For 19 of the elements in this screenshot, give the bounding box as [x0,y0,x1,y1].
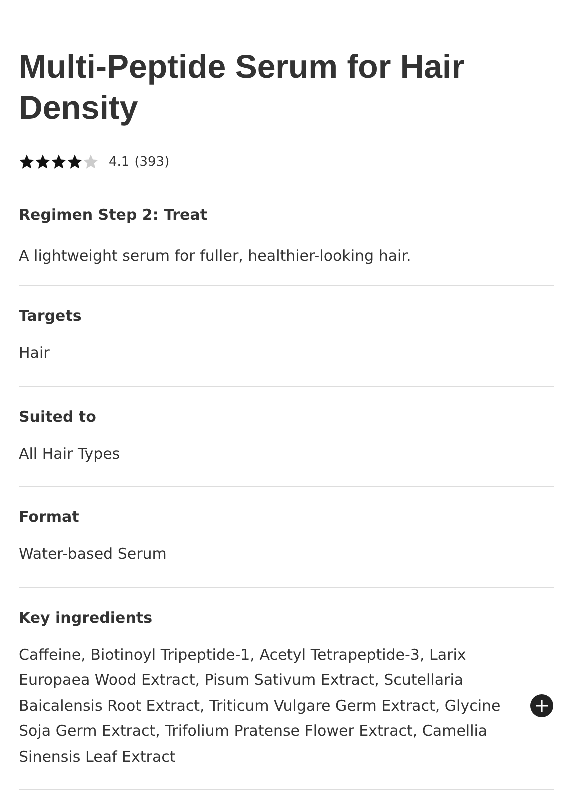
star-icon [51,154,67,170]
rating-score: 4.1 [109,154,130,170]
regimen-step: Regimen Step 2: Treat [19,206,554,224]
detail-value: All Hair Types [19,444,122,464]
star-icon [19,154,35,170]
detail-label: Format [19,508,80,526]
product-title: Multi-Peptide Serum for Hair Density [19,47,466,128]
review-count[interactable]: (393) [134,154,170,170]
detail-label: Key ingredients [19,608,154,626]
star-icon [83,154,99,170]
detail-label: Suited to [19,408,98,426]
star-icon [35,154,51,170]
detail-value: Water-based Serum [19,544,168,565]
detail-label: Targets [19,307,83,325]
product-description: A lightweight serum for fuller, healthier-looking hair. [19,247,554,286]
detail-value: Hair [19,343,51,364]
star-icon [67,154,83,170]
expand-button[interactable] [530,694,554,718]
detail-value: Caffeine, Biotinoyl Tripeptide-1, Acetyl Tetrapeptide-3, Larix Europaea Wood Extract, Pisum Sativum Extract, Scutellaria Baicalensis Root Extract, Triticum Vulgare Germ Extract, Glycine Soja Germ Extract, Trifolium Pratense Flower Extract, Camellia Sinensis Leaf Extract [19,644,502,768]
